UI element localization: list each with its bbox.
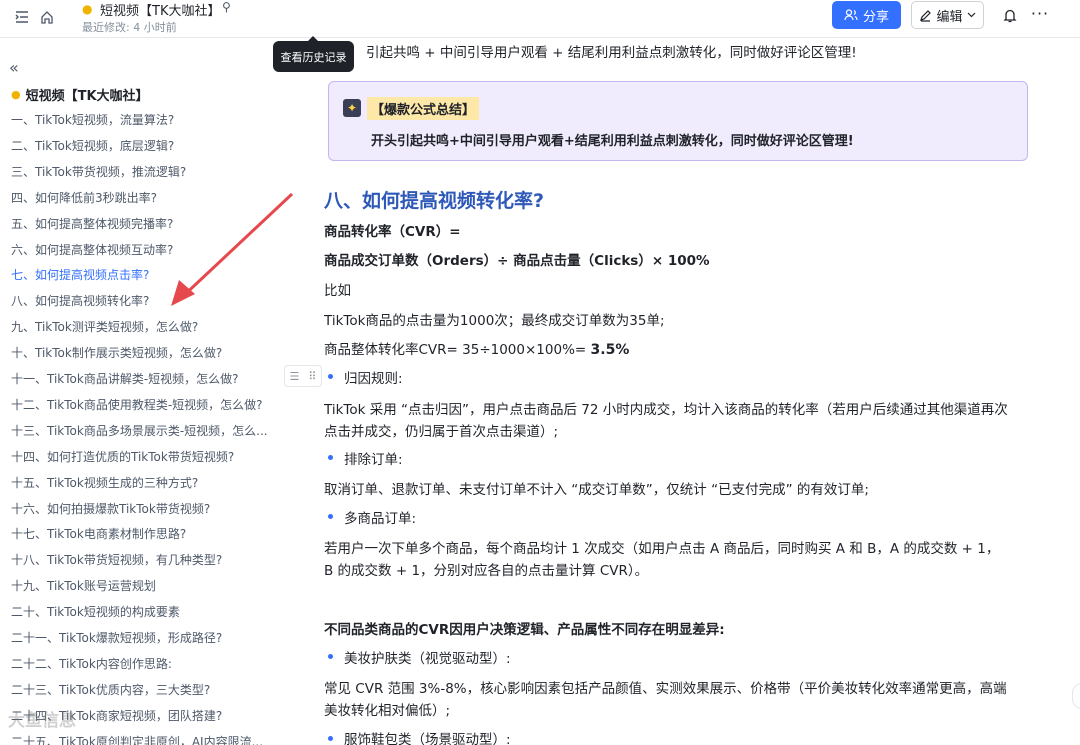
paragraph: 若用户一次下单多个商品，每个商品均计 1 次成交（如用户点击 A 商品后，同时购…: [324, 541, 1000, 557]
share-button[interactable]: 分享: [832, 1, 901, 29]
toc-item[interactable]: 十九、TikTok账号运营规划: [11, 577, 271, 594]
paragraph: 常见 CVR 范围 3%-8%，核心影响因素包括产品颜值、实测效果展示、价格带（…: [324, 681, 1007, 697]
share-label: 分享: [862, 9, 889, 25]
more-icon[interactable]: ···: [1028, 4, 1052, 26]
callout-title: 【爆款公式总结】: [367, 97, 480, 120]
toc-item[interactable]: 九、TikTok测评类短视频，怎么做?: [11, 318, 271, 335]
document-body: 引起共鸣 + 中间引导用户观看 + 结尾利用利益点刺激转化，同时做好评论区管理!…: [324, 38, 1044, 745]
toc-item[interactable]: 十七、TikTok电商素材制作思路?: [11, 525, 271, 542]
paragraph: 取消订单、退款订单、未支付订单不计入 “成交订单数”，仅统计 “已支付完成” 的…: [324, 482, 869, 498]
top-bar: ● 短视频【TK大咖社】 ⚲ 最近修改: 4 小时前 分享 编辑 ···: [0, 0, 1080, 38]
bell-icon[interactable]: [999, 4, 1021, 26]
table-of-contents: ● 短视频【TK大咖社】 一、TikTok短视频，流量算法? 二、TikTok短视…: [0, 81, 280, 745]
bullet: [328, 736, 333, 741]
toc-item[interactable]: 二十、TikTok短视频的构成要素: [11, 603, 271, 620]
toc-item[interactable]: 三、TikTok带货视频，推流逻辑?: [11, 163, 271, 180]
paragraph: TikTok 采用 “点击归因”，用户点击商品后 72 小时内成交，均计入该商品…: [324, 402, 1008, 418]
toc-item[interactable]: 十、TikTok制作展示类短视频，怎么做?: [11, 344, 271, 361]
formula: 商品成交订单数（Orders）÷ 商品点击量（Clicks）× 100%: [324, 253, 710, 269]
calc-result: 3.5%: [590, 342, 630, 358]
toc-item[interactable]: 二十二、TikTok内容创作思路:: [11, 655, 271, 672]
doc-title[interactable]: 短视频【TK大咖社】: [100, 0, 220, 19]
toc-item[interactable]: 二十一、TikTok爆款短视频，形成路径?: [11, 629, 271, 646]
subheading: 不同品类商品的CVR因用户决策逻辑、产品属性不同存在明显差异:: [324, 622, 725, 638]
toc-title: 短视频【TK大咖社】: [25, 89, 149, 104]
toc-item[interactable]: 十四、如何打造优质的TikTok带货短视频?: [11, 448, 271, 465]
toc-item[interactable]: 十六、如何拍摄爆款TikTok带货视频?: [11, 500, 271, 517]
drag-handle-icon: ⠿: [308, 369, 317, 383]
toggle-sidebar-icon[interactable]: [11, 6, 33, 28]
users-icon: [844, 9, 858, 21]
bullet-text: 美妆护肤类（视觉驱动型）:: [344, 651, 511, 667]
toc-title-row[interactable]: ● 短视频【TK大咖社】: [11, 85, 149, 104]
section-heading: 八、如何提高视频转化率?: [324, 190, 545, 212]
bullet-text: 服饰鞋包类（场景驱动型）:: [344, 732, 511, 745]
bullet: [328, 654, 333, 659]
bullet: [328, 374, 333, 379]
paragraph: 美妆转化相对偏低）;: [324, 703, 451, 719]
bullet-text: 多商品订单:: [344, 511, 417, 527]
paragraph: TikTok商品的点击量为1000次；最终成交订单数为35单;: [324, 313, 665, 329]
pencil-icon: [920, 9, 932, 22]
toc-item[interactable]: 十三、TikTok商品多场景展示类-短视频，怎么...: [11, 422, 271, 439]
list-icon: ☰: [289, 369, 300, 383]
toc-item[interactable]: 十五、TikTok视频生成的三种方式?: [11, 474, 271, 491]
watermark: 大鱼信息: [8, 711, 76, 731]
side-widget[interactable]: [1072, 683, 1080, 709]
paragraph: 商品整体转化率CVR= 35÷1000×100%= 3.5%: [324, 338, 629, 358]
paragraph: B 的成交数 + 1，分别对应各自的点击量计算 CVR）。: [324, 563, 649, 579]
callout-box: ✦ 【爆款公式总结】 开头引起共鸣+中间引导用户观看+结尾利用利益点刺激转化，同…: [328, 81, 1028, 161]
chevron-down-icon: [967, 12, 975, 18]
toc-item[interactable]: 十一、TikTok商品讲解类-短视频，怎么做?: [11, 370, 271, 387]
block-handle[interactable]: ☰ ⠿: [284, 365, 322, 387]
toc-item[interactable]: 二十五、TikTok原创判定非原创，AI内容限流...: [11, 733, 271, 745]
collapse-icon[interactable]: «: [9, 59, 27, 77]
doc-emoji-icon: ●: [11, 88, 21, 101]
home-icon[interactable]: [36, 6, 58, 28]
bullet: [328, 455, 333, 460]
paragraph: 引起共鸣 + 中间引导用户观看 + 结尾利用利益点刺激转化，同时做好评论区管理!: [366, 45, 857, 61]
formula-title: 商品转化率（CVR）=: [324, 224, 461, 240]
toc-item[interactable]: 十二、TikTok商品使用教程类-短视频，怎么做?: [11, 396, 271, 413]
pin-icon[interactable]: ⚲: [222, 0, 231, 14]
edit-button[interactable]: 编辑: [911, 1, 984, 29]
paragraph: 比如: [324, 283, 351, 299]
toc-item[interactable]: 十八、TikTok带货短视频，有几种类型?: [11, 551, 271, 568]
toc-item[interactable]: 二、TikTok短视频，底层逻辑?: [11, 137, 271, 154]
edit-label: 编辑: [936, 9, 963, 25]
calc-text: 商品整体转化率CVR= 35÷1000×100%=: [324, 342, 587, 358]
toc-item[interactable]: 二十三、TikTok优质内容，三大类型?: [11, 681, 271, 698]
paragraph: 点击并成交，仍归属于首次点击渠道）;: [324, 424, 559, 440]
bullet-text: 排除订单:: [344, 452, 403, 468]
sparkle-icon: ✦: [343, 99, 361, 117]
last-modified: 最近修改: 4 小时前: [82, 21, 177, 34]
bullet-text: 归因规则:: [344, 371, 403, 387]
red-arrow-annotation: [171, 192, 294, 306]
doc-emoji-icon: ●: [82, 2, 93, 16]
callout-body: 开头引起共鸣+中间引导用户观看+结尾利用利益点刺激转化，同时做好评论区管理!: [371, 134, 854, 149]
toc-item[interactable]: 一、TikTok短视频，流量算法?: [11, 111, 271, 128]
bullet: [328, 514, 333, 519]
